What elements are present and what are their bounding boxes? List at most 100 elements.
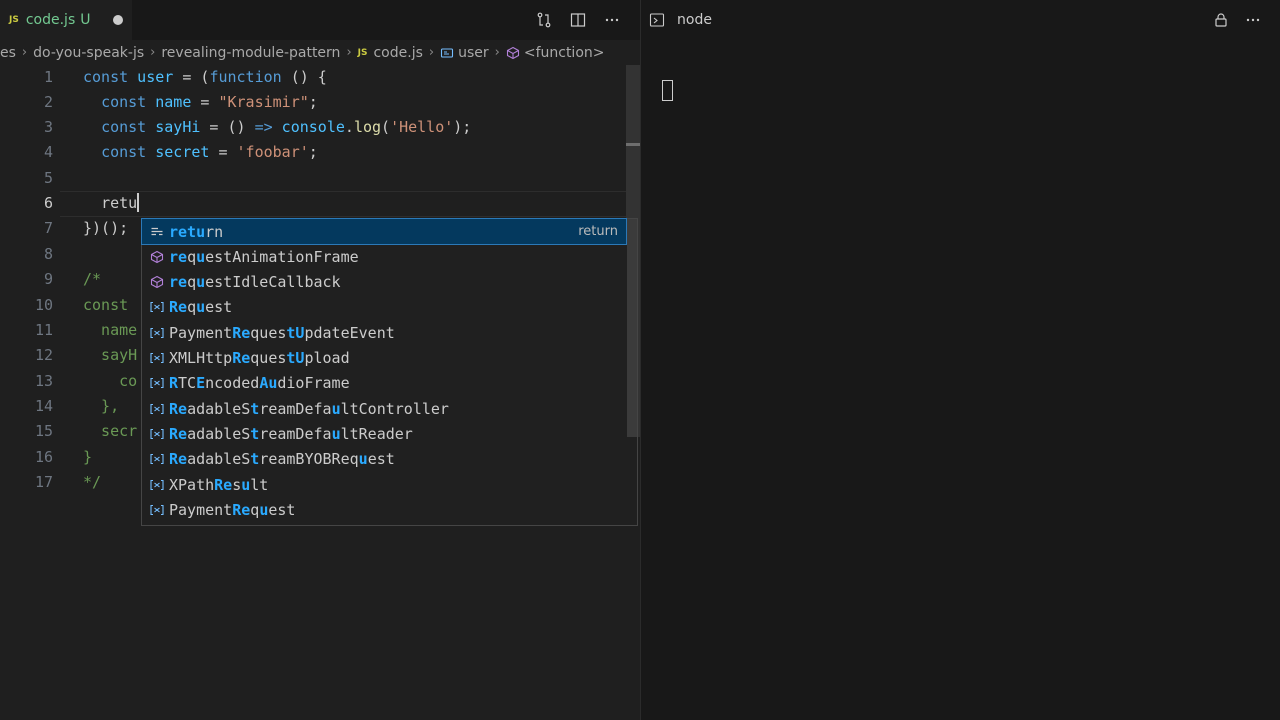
typed-text: retu bbox=[101, 194, 138, 212]
label-text: reamBYOBReq bbox=[259, 450, 359, 469]
more-actions-icon[interactable] bbox=[1243, 10, 1263, 30]
token: ; bbox=[308, 93, 318, 111]
suggestion-item[interactable]: XPathResult bbox=[142, 472, 626, 497]
line-number: 5 bbox=[43, 169, 53, 187]
line-number: 1 bbox=[43, 68, 53, 86]
split-editor-icon[interactable] bbox=[568, 10, 588, 30]
token: co bbox=[83, 372, 138, 390]
variable-icon bbox=[147, 300, 167, 314]
label-text: s bbox=[232, 475, 242, 494]
match-highlight: u bbox=[331, 399, 341, 418]
breadcrumb-item-file[interactable]: code.js bbox=[373, 45, 422, 61]
git-status-untracked: U bbox=[80, 12, 91, 28]
label-text: adableS bbox=[187, 399, 251, 418]
match-highlight: u bbox=[196, 247, 206, 266]
code-line-3: const sayHi = () => console.log('Hello')… bbox=[83, 115, 471, 140]
code-line-11: name bbox=[83, 318, 137, 343]
javascript-file-icon: JS bbox=[357, 47, 368, 58]
suggestion-label: XMLHttpRequestUpload bbox=[169, 349, 350, 367]
token: log bbox=[353, 118, 382, 136]
suggestion-label: requestAnimationFrame bbox=[169, 248, 359, 266]
token: /* bbox=[83, 270, 102, 288]
suggestion-label: RTCEncodedAudioFrame bbox=[169, 374, 350, 392]
breadcrumb-item-function[interactable]: <function> bbox=[524, 45, 605, 61]
suggestion-item[interactable]: requestIdleCallback bbox=[142, 270, 626, 295]
suggestion-item[interactable]: RTCEncodedAudioFrame bbox=[142, 371, 626, 396]
match-highlight: t bbox=[250, 424, 260, 443]
token: const bbox=[101, 118, 147, 136]
label-text: estIdleCallback bbox=[205, 273, 341, 292]
label-text: TC bbox=[178, 374, 197, 393]
suggestion-item[interactable]: ReadableStreamDefaultReader bbox=[142, 421, 626, 446]
chevron-right-icon: › bbox=[346, 45, 352, 60]
suggestion-label: Request bbox=[169, 298, 232, 316]
terminal-cursor[interactable] bbox=[662, 80, 673, 101]
line-number: 17 bbox=[34, 473, 53, 491]
suggestion-label: ReadableStreamDefaultController bbox=[169, 400, 449, 418]
variable-icon bbox=[147, 351, 167, 365]
token: const bbox=[83, 68, 129, 86]
terminal-title[interactable]: node bbox=[677, 12, 712, 28]
unsaved-dot-icon[interactable] bbox=[113, 15, 123, 25]
label-text: Payment bbox=[169, 500, 233, 519]
more-actions-icon[interactable] bbox=[602, 10, 622, 30]
token: = bbox=[209, 143, 237, 161]
lock-icon[interactable] bbox=[1211, 10, 1231, 30]
token: secr bbox=[83, 422, 138, 440]
label-text: dioFrame bbox=[277, 374, 350, 393]
label-text: pload bbox=[304, 349, 350, 367]
compare-changes-icon[interactable] bbox=[534, 10, 554, 30]
label-text: q bbox=[187, 298, 197, 317]
code-line-12: sayH bbox=[83, 343, 137, 368]
label-text: XMLHttp bbox=[169, 349, 233, 367]
breadcrumb-item-folder-es[interactable]: es bbox=[0, 45, 16, 61]
label-text: ques bbox=[250, 323, 287, 342]
variable-icon bbox=[147, 427, 167, 441]
suggestion-item[interactable]: PaymentRequest bbox=[142, 497, 626, 522]
variable-icon bbox=[147, 503, 167, 517]
suggest-scrollbar[interactable] bbox=[627, 219, 637, 437]
suggestion-item[interactable]: XMLHttpRequestUpload bbox=[142, 346, 626, 371]
token: console bbox=[272, 118, 345, 136]
breadcrumb: es › do-you-speak-js › revealing-module-… bbox=[0, 40, 640, 65]
tab-code-js[interactable]: JS code.js U bbox=[0, 0, 132, 40]
suggestion-detail: return bbox=[578, 224, 618, 239]
token: name bbox=[83, 321, 138, 339]
variable-icon bbox=[147, 326, 167, 340]
breadcrumb-item-revealing-module-pattern[interactable]: revealing-module-pattern bbox=[161, 45, 340, 61]
label-text: ncoded bbox=[205, 374, 260, 393]
autocomplete-suggest-widget[interactable]: return return requestAnimationFrame request… bbox=[141, 218, 638, 526]
line-number: 14 bbox=[34, 397, 53, 415]
match-highlight: re bbox=[169, 247, 188, 266]
token: function bbox=[209, 68, 282, 86]
suggestion-item[interactable]: ReadableStreamBYOBRequest bbox=[142, 447, 626, 472]
javascript-file-icon: JS bbox=[9, 15, 19, 25]
token: const bbox=[83, 296, 129, 314]
suggestion-item[interactable]: ReadableStreamDefaultController bbox=[142, 396, 626, 421]
breadcrumb-item-do-you-speak-js[interactable]: do-you-speak-js bbox=[33, 45, 144, 61]
line-number: 16 bbox=[34, 448, 53, 466]
chevron-right-icon: › bbox=[428, 45, 435, 60]
suggestion-item[interactable]: return return bbox=[141, 218, 627, 245]
terminal-actions bbox=[1211, 10, 1263, 30]
token: const bbox=[101, 143, 147, 161]
code-line-15: secr bbox=[83, 419, 137, 444]
line-number-active: 6 bbox=[43, 194, 53, 212]
token: 'foobar' bbox=[236, 143, 309, 161]
label-text: est bbox=[367, 450, 395, 469]
token: const bbox=[101, 93, 147, 111]
token: () { bbox=[281, 68, 327, 86]
token: })(); bbox=[83, 219, 129, 237]
breadcrumb-item-symbol-user[interactable]: user bbox=[458, 45, 489, 61]
code-line-17: */ bbox=[83, 470, 101, 495]
suggestion-item[interactable]: requestAnimationFrame bbox=[142, 244, 626, 269]
suggestion-item[interactable]: PaymentRequestUpdateEvent bbox=[142, 320, 626, 345]
line-number: 2 bbox=[43, 93, 53, 111]
code-line-14: }, bbox=[83, 394, 119, 419]
suggestion-item[interactable]: Request bbox=[142, 295, 626, 320]
token: sayH bbox=[83, 346, 138, 364]
suggestion-label: ReadableStreamBYOBRequest bbox=[169, 450, 395, 468]
tab-label: code.js bbox=[25, 12, 76, 28]
